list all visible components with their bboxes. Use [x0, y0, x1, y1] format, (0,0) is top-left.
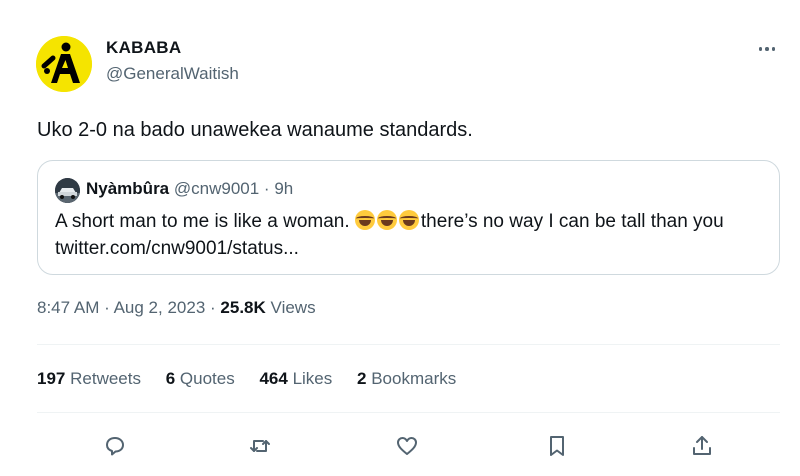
- reply-icon: [106, 437, 124, 456]
- separator-dot: ·: [263, 179, 270, 198]
- views-count: 25.8K: [220, 298, 266, 317]
- reply-button[interactable]: [97, 428, 133, 464]
- tweet-text: Uko 2-0 na bado unawekea wanaume standar…: [37, 119, 473, 141]
- bookmark-button[interactable]: [539, 428, 575, 464]
- quoted-tweet-text: A short man to me is like a woman. there…: [55, 208, 765, 262]
- quotes-stat[interactable]: 6 Quotes: [166, 369, 235, 389]
- heart-icon: [397, 437, 417, 455]
- like-button[interactable]: [389, 428, 425, 464]
- quotes-label: Quotes: [179, 369, 235, 388]
- quoted-author-name[interactable]: Nyàmbûra: [86, 179, 169, 198]
- more-dot-icon: [758, 47, 763, 51]
- author-name[interactable]: KABABA: [106, 38, 181, 58]
- quoted-author-avatar[interactable]: [55, 178, 80, 203]
- quoted-tweet-card[interactable]: Nyàmbûra @cnw9001 · 9h A short man to me…: [37, 160, 780, 275]
- author-handle[interactable]: @GeneralWaitish: [106, 64, 239, 84]
- share-icon: [693, 436, 711, 455]
- bookmarks-stat[interactable]: 2 Bookmarks: [357, 369, 456, 389]
- more-options-button[interactable]: [752, 38, 782, 60]
- separator-dot: ·: [104, 298, 110, 317]
- retweet-button[interactable]: [242, 428, 278, 464]
- author-avatar[interactable]: [36, 36, 92, 92]
- retweets-stat[interactable]: 197 Retweets: [37, 369, 141, 389]
- quoted-text-before: A short man to me is like a woman.: [55, 211, 350, 232]
- tweet-meta: 8:47 AM · Aug 2, 2023 · 25.8K Views: [37, 298, 316, 318]
- divider: [37, 344, 780, 345]
- tears-of-joy-emoji-icon: [376, 210, 397, 230]
- tears-of-joy-emoji-icon: [354, 210, 375, 230]
- bookmarks-count: 2: [357, 369, 367, 388]
- quoted-author-handle[interactable]: @cnw9001: [174, 179, 259, 198]
- tweet-date[interactable]: Aug 2, 2023: [114, 298, 206, 317]
- share-button[interactable]: [684, 428, 720, 464]
- retweets-label: Retweets: [70, 369, 141, 388]
- retweets-count: 197: [37, 369, 66, 388]
- avatar-logo-icon: [36, 36, 92, 92]
- action-bar: [0, 428, 800, 464]
- likes-stat[interactable]: 464 Likes: [259, 369, 332, 389]
- views-label: Views: [270, 298, 316, 317]
- bookmark-icon: [550, 436, 564, 456]
- quoted-tweet-time[interactable]: 9h: [274, 179, 293, 198]
- bookmarks-label: Bookmarks: [371, 369, 457, 388]
- engagement-stats: 197 Retweets 6 Quotes 464 Likes 2 Bookma…: [37, 369, 476, 389]
- more-dot-icon: [771, 47, 776, 51]
- divider: [37, 412, 780, 413]
- separator-dot: ·: [210, 298, 216, 317]
- tweet-time[interactable]: 8:47 AM: [37, 298, 99, 317]
- retweet-icon: [250, 440, 270, 452]
- likes-label: Likes: [292, 369, 333, 388]
- more-dot-icon: [765, 47, 769, 51]
- car-avatar-icon: [55, 178, 80, 203]
- quotes-count: 6: [165, 369, 176, 388]
- quoted-tweet-header: Nyàmbûra @cnw9001 · 9h: [86, 179, 293, 199]
- tears-of-joy-emoji-icon: [398, 210, 419, 230]
- likes-count: 464: [259, 369, 288, 388]
